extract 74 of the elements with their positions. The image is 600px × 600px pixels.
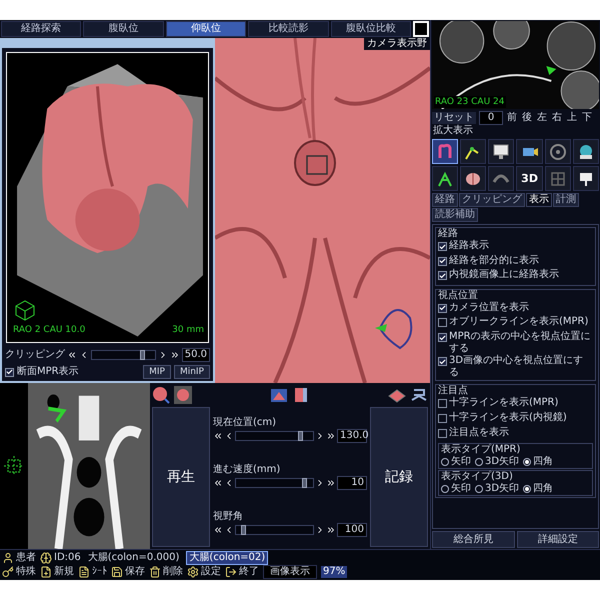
- record-button[interactable]: 記録: [370, 407, 428, 547]
- scale-label: 30 mm: [172, 324, 204, 336]
- clipping-label: クリッピング: [5, 349, 65, 361]
- option-label: MPRの表示の中心を視点位置にする: [449, 331, 592, 354]
- slider-label: 現在位置(cm): [213, 417, 278, 430]
- group-title: 経路: [438, 228, 459, 240]
- radio-label: 3D矢印: [485, 456, 520, 468]
- view-tab[interactable]: 仰臥位: [166, 21, 246, 37]
- subgroup-title: 表示タイプ(3D): [441, 471, 514, 482]
- panel-tab[interactable]: クリッピング: [459, 193, 525, 207]
- option-label: 十字ラインを表示(内視鏡): [449, 412, 567, 424]
- taskbar-button[interactable]: 特殊: [2, 566, 36, 578]
- checkbox-label: 断面MPR表示: [17, 366, 80, 378]
- taskbar-button[interactable]: 削除: [149, 566, 183, 578]
- value-field[interactable]: 10: [337, 476, 367, 490]
- series-tab[interactable]: 大腸(colon=02): [186, 551, 268, 565]
- panel-button[interactable]: 総合所見: [432, 531, 514, 548]
- taskbar-button[interactable]: ID:06: [40, 552, 81, 564]
- option-label: 注目点を表示: [449, 427, 509, 439]
- direction-button[interactable]: 前: [506, 112, 518, 124]
- view-tab[interactable]: 腹臥位: [83, 21, 164, 37]
- value-field[interactable]: 130.0: [337, 429, 367, 444]
- option-label: 内視鏡画像上に経路表示: [449, 269, 559, 281]
- taskbar-button[interactable]: 患者: [2, 552, 36, 564]
- panel-tab[interactable]: 計測: [553, 193, 579, 207]
- direction-button[interactable]: 上: [566, 112, 578, 124]
- radio-label: 矢印: [451, 456, 471, 468]
- option-label: 経路表示: [449, 240, 489, 252]
- slider-label: 進む速度(mm): [213, 464, 282, 476]
- panel-tab[interactable]: 表示: [526, 193, 552, 207]
- tool-button[interactable]: 3D: [516, 166, 543, 191]
- direction-button[interactable]: 右: [551, 112, 563, 124]
- zoom-button[interactable]: 拡大表示: [432, 125, 474, 137]
- panel-tab[interactable]: 経路: [432, 193, 458, 207]
- group-title: 注目点: [438, 385, 469, 396]
- subgroup-title: 表示タイプ(MPR): [441, 444, 522, 456]
- view-title: カメラ表示野: [364, 38, 430, 50]
- direction-button[interactable]: 左: [536, 112, 548, 124]
- render-mode-button[interactable]: MIP: [143, 365, 171, 379]
- direction-button[interactable]: 後: [521, 112, 533, 124]
- view-tab[interactable]: 腹臥位比較: [330, 21, 412, 37]
- group-title: 視点位置: [438, 290, 479, 302]
- taskbar-button[interactable]: ｼｰﾄ: [78, 566, 107, 578]
- taskbar-button[interactable]: 終了: [225, 566, 259, 578]
- option-label: 経路を部分的に表示: [449, 254, 539, 266]
- value-field[interactable]: 50.0: [182, 348, 210, 362]
- taskbar-button[interactable]: 新規: [40, 566, 74, 578]
- status-field: 画像表示: [263, 565, 317, 579]
- option-label: 3D画像の中心を視点位置にする: [449, 355, 584, 379]
- play-button[interactable]: 再生: [152, 407, 210, 547]
- taskbar-button[interactable]: 保存: [111, 566, 145, 578]
- zoom-level: 97%: [321, 566, 348, 578]
- value-field[interactable]: 100: [337, 522, 367, 537]
- tool-label: 3D: [521, 173, 538, 184]
- orientation-label: RAO 23 CAU 24: [434, 96, 506, 108]
- option-label: カメラ位置を表示: [449, 302, 529, 314]
- view-tab[interactable]: 経路探索: [1, 21, 82, 37]
- slider-label: 視野角: [213, 510, 244, 523]
- option-label: オブリークラインを表示(MPR): [449, 316, 588, 328]
- series-tab[interactable]: 大腸(colon=0.000): [84, 551, 182, 565]
- reset-button[interactable]: リセット: [432, 112, 476, 124]
- radio-label: 四角: [533, 456, 554, 468]
- direction-button[interactable]: 下: [581, 112, 593, 124]
- radio-label: 3D矢印: [485, 483, 520, 495]
- radio-label: 矢印: [451, 483, 471, 495]
- option-label: 十字ラインを表示(MPR): [449, 397, 558, 409]
- render-mode-button[interactable]: MinIP: [174, 365, 210, 379]
- position-field[interactable]: 0: [479, 111, 503, 125]
- view-tab[interactable]: 比較読影: [248, 21, 329, 37]
- panel-tab[interactable]: 読影補助: [432, 208, 478, 222]
- panel-button[interactable]: 詳細設定: [516, 531, 599, 548]
- orientation-label: RAO 2 CAU 10.0: [13, 324, 86, 336]
- radio-label: 四角: [533, 483, 554, 495]
- taskbar-button[interactable]: 設定: [187, 566, 221, 578]
